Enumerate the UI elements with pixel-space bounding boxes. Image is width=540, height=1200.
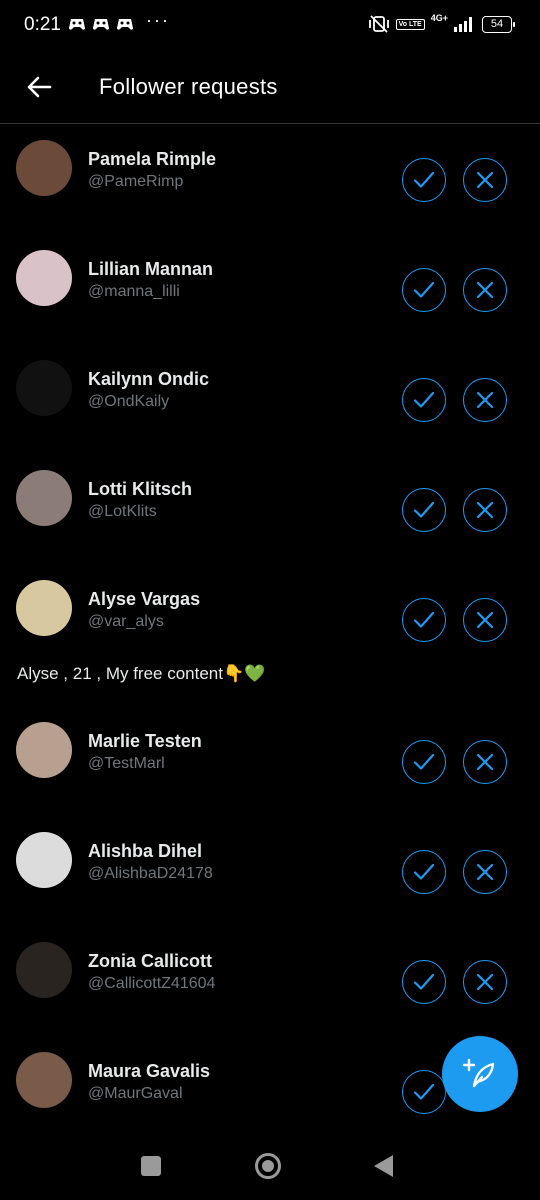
avatar[interactable]	[16, 832, 72, 888]
status-bar: 0:21 ··· Vo LTE 4G+ 54	[0, 0, 540, 50]
avatar[interactable]	[16, 1052, 72, 1108]
x-icon	[476, 611, 494, 629]
user-name[interactable]: Alyse Vargas	[88, 589, 200, 610]
notification-icons	[68, 16, 134, 32]
user-handle: @AlishbaD24178	[88, 865, 213, 882]
accept-button[interactable]	[402, 850, 446, 894]
checkmark-icon	[413, 391, 435, 408]
checkmark-icon	[413, 1083, 435, 1100]
decline-button[interactable]	[463, 740, 507, 784]
user-handle: @var_alys	[88, 613, 164, 630]
signal-icon	[454, 17, 472, 32]
user-name[interactable]: Alishba Dihel	[88, 841, 202, 862]
gamepad-icon	[117, 19, 133, 30]
feather-plus-icon	[462, 1058, 495, 1088]
gamepad-icon	[69, 19, 85, 30]
user-bio: Alyse , 21 , My free content👇💚	[17, 664, 266, 683]
x-icon	[476, 501, 494, 519]
compose-button[interactable]	[442, 1036, 518, 1112]
x-icon	[476, 863, 494, 881]
decline-button[interactable]	[463, 378, 507, 422]
checkmark-icon	[413, 501, 435, 518]
request-row[interactable]: Zonia Callicott @CallicottZ41604	[0, 926, 540, 1036]
user-name[interactable]: Lillian Mannan	[88, 259, 213, 280]
arrow-left-icon	[27, 76, 52, 98]
user-handle: @manna_lilli	[88, 283, 180, 300]
decline-button[interactable]	[463, 598, 507, 642]
decline-button[interactable]	[463, 850, 507, 894]
avatar[interactable]	[16, 722, 72, 778]
avatar[interactable]	[16, 470, 72, 526]
app-header: Follower requests	[0, 50, 540, 124]
battery-indicator: 54	[482, 15, 515, 33]
user-name[interactable]: Zonia Callicott	[88, 951, 212, 972]
accept-button[interactable]	[402, 488, 446, 532]
checkmark-icon	[413, 753, 435, 770]
x-icon	[476, 973, 494, 991]
avatar[interactable]	[16, 360, 72, 416]
user-handle: @OndKaily	[88, 393, 170, 410]
page-title: Follower requests	[99, 74, 278, 99]
accept-button[interactable]	[402, 158, 446, 202]
accept-button[interactable]	[402, 1070, 446, 1114]
avatar[interactable]	[16, 140, 72, 196]
follower-request-list: Pamela Rimple @PameRimp Lillian Mannan @…	[0, 124, 540, 1146]
system-navigation-bar	[0, 1132, 540, 1200]
avatar[interactable]	[16, 580, 72, 636]
decline-button[interactable]	[463, 268, 507, 312]
user-handle: @CallicottZ41604	[88, 975, 216, 992]
checkmark-icon	[413, 611, 435, 628]
request-row[interactable]: Alishba Dihel @AlishbaD24178	[0, 816, 540, 926]
user-name[interactable]: Maura Gavalis	[88, 1061, 210, 1082]
accept-button[interactable]	[402, 598, 446, 642]
x-icon	[476, 391, 494, 409]
accept-button[interactable]	[402, 740, 446, 784]
recents-button[interactable]	[141, 1156, 161, 1176]
checkmark-icon	[413, 171, 435, 188]
user-name[interactable]: Kailynn Ondic	[88, 369, 209, 390]
back-button[interactable]	[22, 70, 56, 104]
request-row[interactable]: Alyse Vargas @var_alys Alyse , 21 , My f…	[0, 564, 540, 706]
decline-button[interactable]	[463, 158, 507, 202]
request-row[interactable]: Lotti Klitsch @LotKlits	[0, 454, 540, 564]
decline-button[interactable]	[463, 488, 507, 532]
checkmark-icon	[413, 973, 435, 990]
x-icon	[476, 281, 494, 299]
gamepad-icon	[93, 19, 109, 30]
accept-button[interactable]	[402, 268, 446, 312]
request-row[interactable]: Pamela Rimple @PameRimp	[0, 124, 540, 234]
checkmark-icon	[413, 281, 435, 298]
vibrate-off-icon	[368, 15, 389, 33]
avatar[interactable]	[16, 250, 72, 306]
user-name[interactable]: Pamela Rimple	[88, 149, 216, 170]
checkmark-icon	[413, 863, 435, 880]
user-handle: @LotKlits	[88, 503, 157, 520]
user-handle: @TestMarl	[88, 755, 165, 772]
system-status: Vo LTE 4G+ 54	[368, 13, 515, 34]
status-time: 0:21	[24, 14, 61, 35]
volte-badge: Vo LTE	[395, 18, 425, 30]
decline-button[interactable]	[463, 960, 507, 1004]
accept-button[interactable]	[402, 378, 446, 422]
accept-button[interactable]	[402, 960, 446, 1004]
request-row[interactable]: Lillian Mannan @manna_lilli	[0, 234, 540, 344]
x-icon	[476, 753, 494, 771]
system-back-button[interactable]	[374, 1155, 393, 1177]
user-handle: @PameRimp	[88, 173, 184, 190]
home-button[interactable]	[255, 1153, 281, 1179]
avatar[interactable]	[16, 942, 72, 998]
user-name[interactable]: Lotti Klitsch	[88, 479, 192, 500]
request-row[interactable]: Marlie Testen @TestMarl	[0, 706, 540, 816]
x-icon	[476, 171, 494, 189]
network-type: 4G+	[430, 13, 448, 23]
user-handle: @MaurGaval	[88, 1085, 183, 1102]
more-notifications-icon: ···	[146, 10, 170, 30]
request-row[interactable]: Kailynn Ondic @OndKaily	[0, 344, 540, 454]
user-name[interactable]: Marlie Testen	[88, 731, 202, 752]
